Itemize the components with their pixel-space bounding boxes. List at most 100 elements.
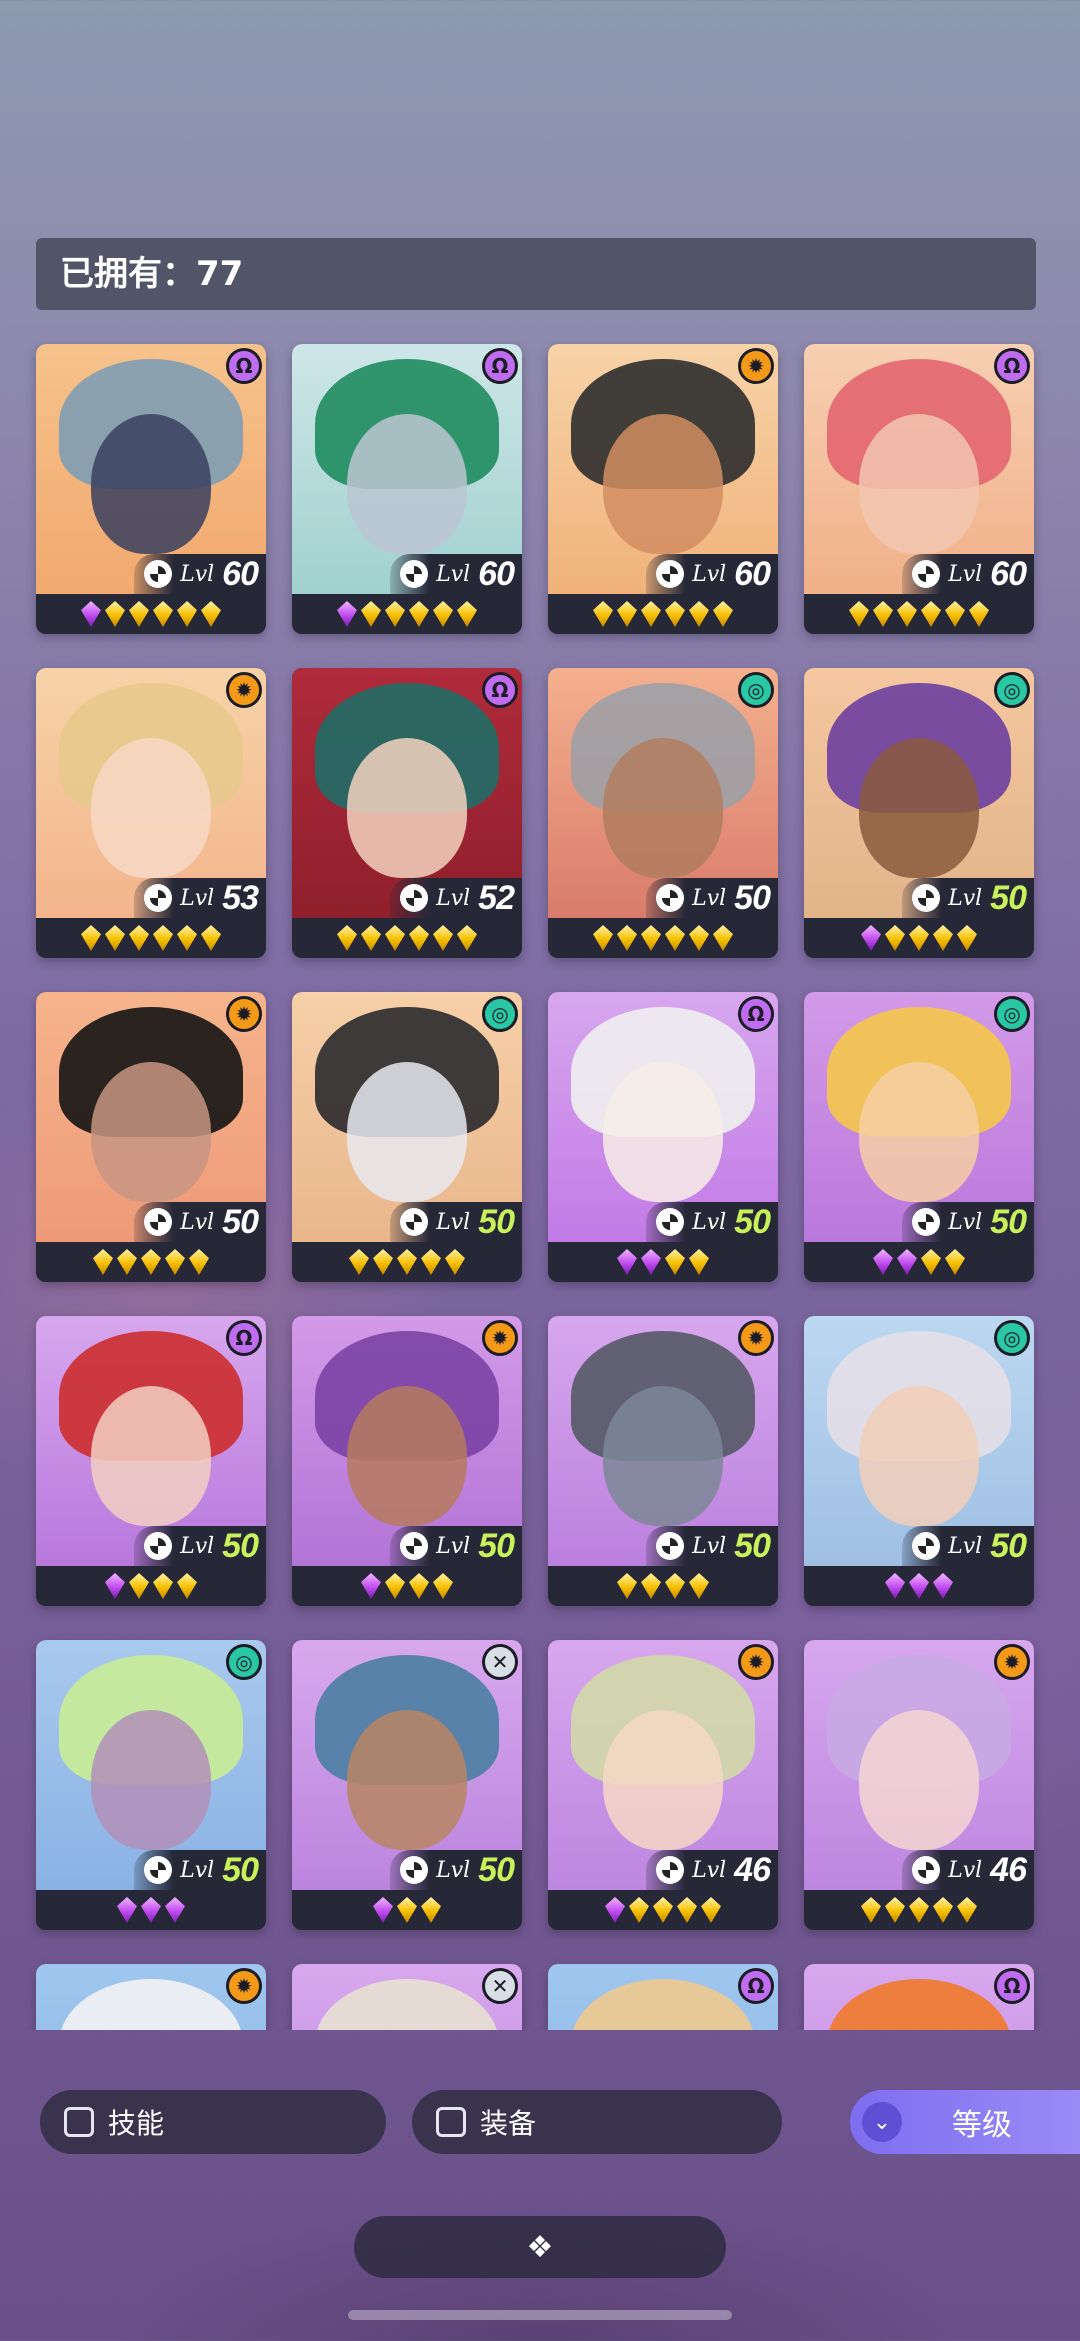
hero-card[interactable]: ◎ Lvl 50 (804, 1316, 1034, 1606)
hero-card[interactable]: Ω Lvl 60 (804, 344, 1034, 634)
hero-card[interactable]: Ω (548, 1964, 778, 2030)
hero-card[interactable]: Ω (804, 1964, 1034, 2030)
sun-icon: ✹ (738, 348, 774, 384)
gold-star-gem-icon (617, 601, 637, 627)
level-strip: Lvl 50 (646, 1202, 778, 1242)
hero-card[interactable]: Ω Lvl 60 (292, 344, 522, 634)
aperture-icon (400, 1856, 429, 1884)
star-row (804, 1242, 1034, 1282)
gold-star-gem-icon (665, 601, 685, 627)
skill-checkbox[interactable] (64, 2107, 94, 2137)
star-row (36, 918, 266, 958)
gold-star-gem-icon (677, 1897, 697, 1923)
skill-filter[interactable]: 技能 (40, 2090, 386, 2154)
star-row (548, 1890, 778, 1930)
level-strip: Lvl 50 (902, 878, 1034, 918)
gold-star-gem-icon (385, 601, 405, 627)
sun-icon: ✹ (738, 1320, 774, 1356)
hero-card[interactable]: ✹ Lvl 50 (36, 992, 266, 1282)
swirl-icon: ◎ (994, 996, 1030, 1032)
purple-star-gem-icon (909, 1573, 929, 1599)
hero-face (859, 414, 979, 554)
hero-card[interactable]: Ω Lvl 50 (548, 992, 778, 1282)
level-value: 50 (478, 1202, 515, 1241)
hero-face (603, 1386, 723, 1526)
aperture-icon (656, 560, 685, 588)
level-prefix: Lvl (436, 1533, 471, 1559)
level-strip: Lvl 60 (390, 554, 522, 594)
gold-star-gem-icon (921, 601, 941, 627)
gold-star-gem-icon (909, 925, 929, 951)
hero-card[interactable]: ✕ (292, 1964, 522, 2030)
gold-star-gem-icon (849, 601, 869, 627)
equip-filter-label: 装备 (480, 2107, 537, 2140)
level-prefix: Lvl (180, 561, 215, 587)
star-row (36, 1890, 266, 1930)
hero-card[interactable]: ◎ Lvl 50 (548, 668, 778, 958)
hero-card[interactable]: ✹ Lvl 50 (292, 1316, 522, 1606)
aperture-icon (400, 1532, 429, 1560)
gold-star-gem-icon (445, 1249, 465, 1275)
level-strip: Lvl 52 (390, 878, 522, 918)
gold-star-gem-icon (93, 1249, 113, 1275)
hero-card[interactable]: ◎ Lvl 50 (36, 1640, 266, 1930)
gold-star-gem-icon (409, 1573, 429, 1599)
gold-star-gem-icon (165, 1249, 185, 1275)
hero-face (859, 738, 979, 878)
home-indicator[interactable] (348, 2310, 732, 2320)
equip-checkbox[interactable] (436, 2107, 466, 2137)
diamond-cluster-icon: ❖ (526, 2229, 554, 2265)
gold-star-gem-icon (177, 1573, 197, 1599)
aperture-icon (912, 1208, 941, 1236)
gold-star-gem-icon (665, 1573, 685, 1599)
bottom-dock-button[interactable]: ❖ (354, 2216, 726, 2278)
aperture-icon (656, 1208, 685, 1236)
level-value: 60 (990, 554, 1027, 593)
level-value: 50 (222, 1850, 259, 1889)
hero-card[interactable]: ✕ Lvl 50 (292, 1640, 522, 1930)
hero-card[interactable]: Ω Lvl 50 (36, 1316, 266, 1606)
equip-filter[interactable]: 装备 (412, 2090, 782, 2154)
level-strip: Lvl 50 (646, 1526, 778, 1566)
hero-card[interactable]: ✹ Lvl 46 (804, 1640, 1034, 1930)
gold-star-gem-icon (933, 925, 953, 951)
purple-star-gem-icon (897, 1249, 917, 1275)
gold-star-gem-icon (689, 1249, 709, 1275)
hero-card[interactable]: ✹ Lvl 50 (548, 1316, 778, 1606)
hero-card[interactable]: Ω Lvl 52 (292, 668, 522, 958)
hero-card[interactable]: Ω Lvl 60 (36, 344, 266, 634)
gold-star-gem-icon (969, 601, 989, 627)
star-row (804, 918, 1034, 958)
level-prefix: Lvl (436, 885, 471, 911)
hero-card[interactable]: ✹ Lvl 53 (36, 668, 266, 958)
gold-star-gem-icon (421, 1897, 441, 1923)
gold-star-gem-icon (385, 925, 405, 951)
hero-card[interactable]: ◎ Lvl 50 (804, 668, 1034, 958)
hero-face (347, 1710, 467, 1850)
gold-star-gem-icon (397, 1897, 417, 1923)
mind-icon: Ω (994, 1968, 1030, 2004)
level-prefix: Lvl (948, 561, 983, 587)
gold-star-gem-icon (617, 1573, 637, 1599)
swirl-icon: ◎ (482, 996, 518, 1032)
hero-card[interactable]: ◎ Lvl 50 (804, 992, 1034, 1282)
level-prefix: Lvl (180, 1533, 215, 1559)
aperture-icon (912, 1532, 941, 1560)
sun-icon: ✹ (738, 1644, 774, 1680)
gold-star-gem-icon (713, 925, 733, 951)
gold-star-gem-icon (885, 1897, 905, 1923)
gold-star-gem-icon (593, 601, 613, 627)
sort-level-button[interactable]: ⌄ 等级 (850, 2090, 1080, 2154)
hero-grid-viewport[interactable]: Ω Lvl 60 Ω Lvl 60 ✹ Lvl 60 Ω Lvl 60 ✹ Lvl 53 Ω Lvl 52 ◎ Lvl… (0, 340, 1080, 2030)
level-strip: Lvl 50 (646, 878, 778, 918)
swirl-icon: ◎ (994, 672, 1030, 708)
level-strip: Lvl 50 (134, 1526, 266, 1566)
gold-star-gem-icon (957, 925, 977, 951)
gold-star-gem-icon (153, 925, 173, 951)
hero-card[interactable]: ✹ (36, 1964, 266, 2030)
hero-card[interactable]: ✹ Lvl 60 (548, 344, 778, 634)
hero-card[interactable]: ✹ Lvl 46 (548, 1640, 778, 1930)
level-prefix: Lvl (948, 1857, 983, 1883)
gold-star-gem-icon (433, 925, 453, 951)
hero-card[interactable]: ◎ Lvl 50 (292, 992, 522, 1282)
